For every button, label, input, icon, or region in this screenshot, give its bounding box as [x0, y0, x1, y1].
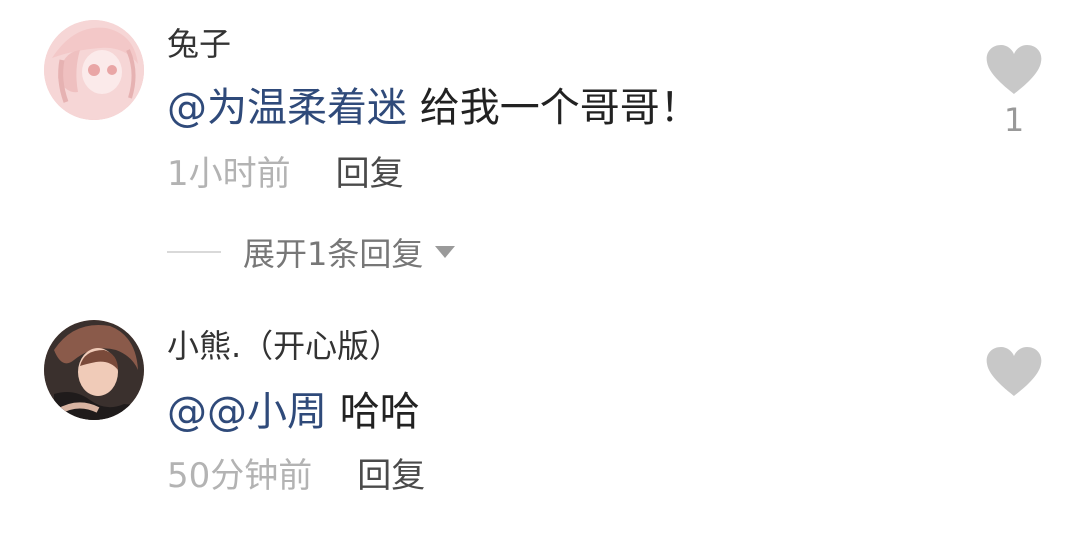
expand-replies-label: 展开1条回复	[243, 235, 424, 273]
comment-item: 小熊.（开心版） @@小周 哈哈 50分钟前 回复	[0, 300, 1080, 535]
heart-icon	[986, 347, 1042, 396]
comment-body: 哈哈	[327, 389, 420, 435]
caret-down-icon	[435, 246, 456, 258]
comment-body: 给我一个哥哥！	[407, 85, 700, 131]
expand-replies-button[interactable]: 展开1条回复	[167, 234, 456, 273]
timestamp: 50分钟前	[167, 456, 313, 496]
comment-meta: 1小时前 回复	[167, 157, 404, 191]
mention-link[interactable]: @@小周	[167, 389, 327, 435]
username[interactable]: 兔子	[167, 28, 231, 60]
comment-item: 兔子 @为温柔着迷 给我一个哥哥！ 1小时前 回复 展开1条回复 1	[0, 0, 1080, 300]
comment-meta: 50分钟前 回复	[167, 459, 425, 493]
reply-button[interactable]: 回复	[336, 154, 404, 194]
avatar[interactable]	[44, 20, 144, 120]
divider	[167, 251, 221, 253]
heart-icon	[986, 45, 1042, 94]
like-button[interactable]	[985, 44, 1043, 96]
reply-button[interactable]: 回复	[357, 456, 425, 496]
mention-link[interactable]: @为温柔着迷	[167, 85, 407, 131]
comment-text: @为温柔着迷 给我一个哥哥！	[167, 88, 700, 128]
avatar-photo	[44, 320, 144, 420]
avatar-illustration	[44, 20, 144, 120]
avatar[interactable]	[44, 320, 144, 420]
like-button[interactable]	[985, 346, 1043, 398]
like-count: 1	[1003, 101, 1025, 139]
timestamp: 1小时前	[167, 154, 291, 194]
username[interactable]: 小熊.（开心版）	[167, 330, 401, 362]
comment-text: @@小周 哈哈	[167, 392, 420, 432]
